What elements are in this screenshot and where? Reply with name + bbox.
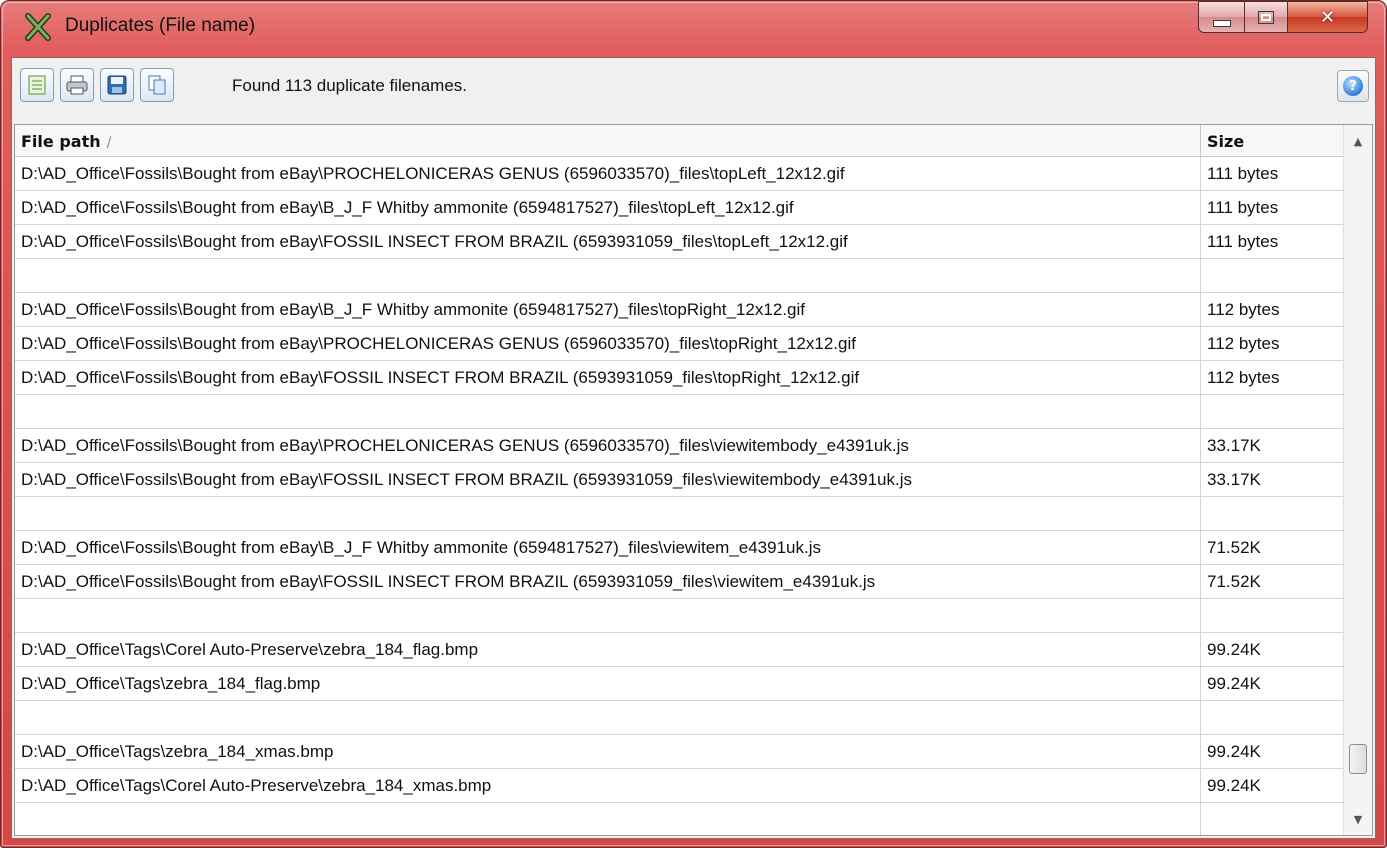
column-header-file-path-label: File path — [21, 132, 101, 151]
file-path-cell — [15, 599, 1201, 632]
size-cell — [1201, 259, 1343, 292]
column-header-file-path[interactable]: File path / — [15, 125, 1201, 157]
size-cell: 99.24K — [1207, 776, 1261, 795]
help-button[interactable]: ? — [1337, 70, 1369, 102]
size-cell: 112 bytes — [1207, 368, 1280, 387]
table-row[interactable]: D:\AD_Office\Tags\Corel Auto-Preserve\ze… — [15, 769, 1343, 803]
print-button[interactable] — [60, 68, 94, 102]
separator-row — [15, 701, 1343, 735]
table-row[interactable]: D:\AD_Office\Fossils\Bought from eBay\B_… — [15, 191, 1343, 225]
report-icon — [28, 75, 46, 95]
file-path-cell: D:\AD_Office\Tags\zebra_184_xmas.bmp — [15, 735, 1201, 768]
separator-row — [15, 497, 1343, 531]
size-cell: 111 bytes — [1207, 198, 1279, 217]
file-path-cell — [15, 497, 1201, 530]
duplicates-window: Duplicates (File name) ✕ Found 113 dupli… — [0, 0, 1387, 848]
maximize-icon — [1258, 10, 1274, 24]
file-path-cell: D:\AD_Office\Fossils\Bought from eBay\PR… — [15, 429, 1201, 462]
size-cell — [1201, 701, 1343, 734]
help-icon: ? — [1343, 76, 1363, 96]
file-path-cell: D:\AD_Office\Fossils\Bought from eBay\FO… — [15, 565, 1201, 598]
size-cell — [1201, 803, 1343, 835]
file-path-cell: D:\AD_Office\Fossils\Bought from eBay\FO… — [15, 463, 1201, 496]
separator-row — [15, 803, 1343, 835]
scroll-down-button[interactable]: ▼ — [1344, 805, 1372, 833]
window-title: Duplicates (File name) — [65, 15, 256, 36]
close-button[interactable]: ✕ — [1288, 1, 1368, 33]
copy-button[interactable] — [140, 68, 174, 102]
title-bar[interactable]: Duplicates (File name) ✕ — [1, 1, 1386, 53]
file-path-cell: D:\AD_Office\Fossils\Bought from eBay\B_… — [15, 293, 1201, 326]
file-path-cell: D:\AD_Office\Tags\Corel Auto-Preserve\ze… — [15, 633, 1201, 666]
table-row[interactable]: D:\AD_Office\Fossils\Bought from eBay\B_… — [15, 531, 1343, 565]
size-cell: 33.17K — [1207, 436, 1261, 455]
size-cell: 33.17K — [1207, 470, 1261, 489]
scroll-up-button[interactable]: ▲ — [1344, 127, 1372, 155]
arrow-up-icon: ▲ — [1353, 134, 1363, 148]
sort-indicator-icon: / — [106, 135, 112, 151]
size-cell: 112 bytes — [1207, 334, 1280, 353]
size-cell: 99.24K — [1207, 674, 1261, 693]
table-row[interactable]: D:\AD_Office\Fossils\Bought from eBay\PR… — [15, 157, 1343, 191]
report-button[interactable] — [20, 68, 54, 102]
caption-buttons: ✕ — [1198, 1, 1368, 33]
arrow-down-icon: ▼ — [1353, 812, 1363, 826]
maximize-button[interactable] — [1245, 1, 1288, 33]
table-row[interactable]: D:\AD_Office\Tags\zebra_184_xmas.bmp 99.2… — [15, 735, 1343, 769]
table-row[interactable]: D:\AD_Office\Tags\Corel Auto-Preserve\ze… — [15, 633, 1343, 667]
size-cell: 99.24K — [1207, 640, 1261, 659]
client-area: Found 113 duplicate filenames. ? File pa… — [11, 57, 1376, 839]
file-path-cell: D:\AD_Office\Fossils\Bought from eBay\PR… — [15, 157, 1201, 190]
copy-icon — [148, 75, 166, 95]
size-cell: 111 bytes — [1207, 232, 1279, 251]
separator-row — [15, 599, 1343, 633]
file-path-cell: D:\AD_Office\Fossils\Bought from eBay\FO… — [15, 361, 1201, 394]
table-row[interactable]: D:\AD_Office\Fossils\Bought from eBay\FO… — [15, 565, 1343, 599]
size-cell: 112 bytes — [1207, 300, 1280, 319]
file-path-cell: D:\AD_Office\Fossils\Bought from eBay\B_… — [15, 531, 1201, 564]
size-cell — [1201, 599, 1343, 632]
file-path-cell — [15, 701, 1201, 734]
size-cell — [1201, 497, 1343, 530]
file-path-cell: D:\AD_Office\Fossils\Bought from eBay\PR… — [15, 327, 1201, 360]
file-path-cell: D:\AD_Office\Fossils\Bought from eBay\B_… — [15, 191, 1201, 224]
floppy-disk-icon — [107, 75, 127, 95]
table-row[interactable]: D:\AD_Office\Fossils\Bought from eBay\PR… — [15, 327, 1343, 361]
grid-rows: D:\AD_Office\Fossils\Bought from eBay\PR… — [15, 157, 1343, 835]
table-row[interactable]: D:\AD_Office\Fossils\Bought from eBay\FO… — [15, 361, 1343, 395]
minimize-icon — [1212, 19, 1231, 27]
size-cell: 71.52K — [1207, 572, 1261, 591]
table-row[interactable]: D:\AD_Office\Tags\zebra_184_flag.bmp 99.2… — [15, 667, 1343, 701]
file-path-cell — [15, 395, 1201, 428]
size-cell: 71.52K — [1207, 538, 1261, 557]
close-icon: ✕ — [1319, 6, 1336, 28]
size-cell — [1201, 395, 1343, 428]
separator-row — [15, 395, 1343, 429]
scrollbar-thumb[interactable] — [1349, 744, 1367, 774]
table-row[interactable]: D:\AD_Office\Fossils\Bought from eBay\FO… — [15, 463, 1343, 497]
vertical-scrollbar[interactable]: ▲ ▼ — [1343, 125, 1372, 835]
file-path-cell — [15, 803, 1201, 835]
minimize-button[interactable] — [1198, 1, 1245, 33]
duplicates-grid: File path / Size D:\AD_Office\Fossils\Bou… — [14, 124, 1373, 836]
file-path-cell: D:\AD_Office\Fossils\Bought from eBay\FO… — [15, 225, 1201, 258]
file-path-cell: D:\AD_Office\Tags\Corel Auto-Preserve\ze… — [15, 769, 1201, 802]
save-button[interactable] — [100, 68, 134, 102]
separator-row — [15, 259, 1343, 293]
size-cell: 111 bytes — [1207, 164, 1279, 183]
column-header-size[interactable]: Size — [1201, 125, 1343, 157]
file-path-cell: D:\AD_Office\Tags\zebra_184_flag.bmp — [15, 667, 1201, 700]
size-cell: 99.24K — [1207, 742, 1261, 761]
table-row[interactable]: D:\AD_Office\Fossils\Bought from eBay\FO… — [15, 225, 1343, 259]
toolbar: Found 113 duplicate filenames. ? — [12, 58, 1375, 120]
printer-icon — [66, 75, 88, 95]
status-message: Found 113 duplicate filenames. — [232, 76, 468, 95]
table-row[interactable]: D:\AD_Office\Fossils\Bought from eBay\PR… — [15, 429, 1343, 463]
column-header-size-label: Size — [1207, 132, 1245, 151]
grid-header: File path / Size — [15, 125, 1343, 157]
app-x-icon — [25, 13, 51, 41]
table-row[interactable]: D:\AD_Office\Fossils\Bought from eBay\B_… — [15, 293, 1343, 327]
file-path-cell — [15, 259, 1201, 292]
